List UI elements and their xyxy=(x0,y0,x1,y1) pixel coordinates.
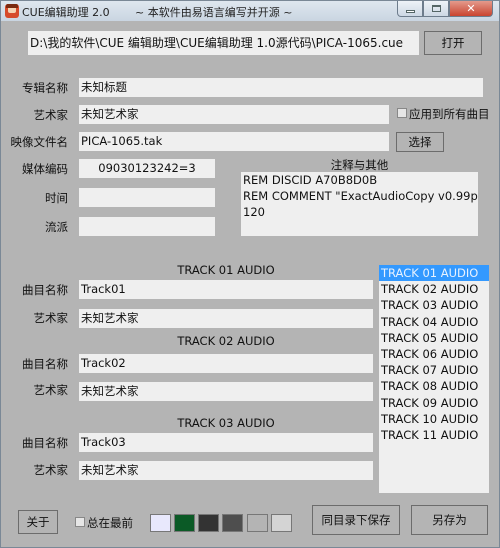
apply-all-label[interactable]: 应用到所有曲目 xyxy=(409,106,490,122)
notes-line: 120 xyxy=(243,205,265,219)
track-artist-label: 艺术家 xyxy=(33,383,69,397)
notes-line: REM COMMENT "ExactAudioCopy v0.99pb4 xyxy=(243,189,478,203)
notes-line: REM DISCID A70B8D0B xyxy=(243,173,378,187)
open-button[interactable]: 打开 xyxy=(424,31,482,55)
track-list-item[interactable]: TRACK 10 AUDIO xyxy=(379,411,489,427)
track-artist-input[interactable]: 未知艺术家 xyxy=(79,309,373,328)
track-name-input[interactable]: Track03 xyxy=(79,433,373,452)
theme-swatch[interactable] xyxy=(150,514,171,532)
about-button[interactable]: 关于 xyxy=(18,510,58,534)
minimize-button[interactable] xyxy=(397,1,423,17)
save-same-dir-button[interactable]: 同目录下保存 xyxy=(312,505,400,535)
app-icon xyxy=(5,4,19,18)
track-list-item[interactable]: TRACK 04 AUDIO xyxy=(379,314,489,330)
select-file-button[interactable]: 选择 xyxy=(396,132,444,152)
track-name-input[interactable]: Track01 xyxy=(79,280,373,299)
title-bar: CUE编辑助理 2.0 ~ 本软件由易语言编写并开源 ~ ✕ xyxy=(1,1,499,21)
track-artist-input[interactable]: 未知艺术家 xyxy=(79,382,373,401)
track-name-label: 曲目名称 xyxy=(22,436,68,450)
genre-input[interactable] xyxy=(79,217,215,236)
track-listbox[interactable]: TRACK 01 AUDIO TRACK 02 AUDIO TRACK 03 A… xyxy=(379,265,489,493)
track-list-item[interactable]: TRACK 07 AUDIO xyxy=(379,362,489,378)
album-title-input[interactable]: 未知标题 xyxy=(79,78,483,97)
always-on-top-checkbox[interactable] xyxy=(75,517,85,527)
theme-swatch[interactable] xyxy=(174,514,195,532)
date-label: 时间 xyxy=(45,191,68,205)
track-name-label: 曲目名称 xyxy=(22,283,68,297)
track-header: TRACK 02 AUDIO xyxy=(177,334,275,348)
track-name-label: 曲目名称 xyxy=(22,357,68,371)
theme-swatch[interactable] xyxy=(222,514,243,532)
notes-textarea[interactable]: REM DISCID A70B8D0B REM COMMENT "ExactAu… xyxy=(241,172,478,236)
track-header: TRACK 03 AUDIO xyxy=(177,416,275,430)
track-list-item[interactable]: TRACK 11 AUDIO xyxy=(379,427,489,443)
track-artist-label: 艺术家 xyxy=(33,463,69,477)
track-name-input[interactable]: Track02 xyxy=(79,354,373,373)
notes-label: 注释与其他 xyxy=(330,158,389,172)
image-file-label: 映像文件名 xyxy=(10,135,69,149)
theme-swatch[interactable] xyxy=(247,514,268,532)
genre-label: 流派 xyxy=(45,220,68,234)
maximize-button[interactable] xyxy=(423,1,449,17)
maximize-icon xyxy=(431,5,441,12)
app-window: CUE编辑助理 2.0 ~ 本软件由易语言编写并开源 ~ ✕ D:\我的软件\C… xyxy=(0,0,500,548)
album-artist-input[interactable]: 未知艺术家 xyxy=(79,105,389,124)
window-subtitle: ~ 本软件由易语言编写并开源 ~ xyxy=(135,6,293,19)
theme-swatch[interactable] xyxy=(198,514,219,532)
track-list-item[interactable]: TRACK 09 AUDIO xyxy=(379,395,489,411)
track-list-item[interactable]: TRACK 05 AUDIO xyxy=(379,330,489,346)
album-artist-label: 艺术家 xyxy=(33,108,69,122)
window-controls: ✕ xyxy=(397,1,493,17)
file-path-input[interactable]: D:\我的软件\CUE 编辑助理\CUE编辑助理 1.0源代码\PICA-106… xyxy=(28,31,419,55)
track-list-item[interactable]: TRACK 01 AUDIO xyxy=(379,265,489,282)
track-list-item[interactable]: TRACK 03 AUDIO xyxy=(379,297,489,313)
track-list-item[interactable]: TRACK 02 AUDIO xyxy=(379,281,489,297)
media-code-input[interactable]: 09030123242=3 xyxy=(79,159,215,178)
track-list-item[interactable]: TRACK 06 AUDIO xyxy=(379,346,489,362)
window-title: CUE编辑助理 2.0 xyxy=(22,6,110,19)
track-artist-input[interactable]: 未知艺术家 xyxy=(79,461,373,480)
media-code-label: 媒体编码 xyxy=(22,162,68,176)
save-as-button[interactable]: 另存为 xyxy=(411,505,488,535)
apply-all-checkbox[interactable] xyxy=(397,108,407,118)
close-button[interactable]: ✕ xyxy=(449,1,493,17)
image-file-input[interactable]: PICA-1065.tak xyxy=(79,132,389,151)
album-title-label: 专辑名称 xyxy=(22,81,68,95)
minimize-icon xyxy=(405,9,415,13)
track-artist-label: 艺术家 xyxy=(33,311,69,325)
track-header: TRACK 01 AUDIO xyxy=(177,263,275,277)
theme-swatch[interactable] xyxy=(271,514,292,532)
track-list-item[interactable]: TRACK 08 AUDIO xyxy=(379,378,489,394)
date-input[interactable] xyxy=(79,188,215,207)
close-icon: ✕ xyxy=(466,2,476,15)
always-on-top-label[interactable]: 总在最前 xyxy=(87,515,133,531)
